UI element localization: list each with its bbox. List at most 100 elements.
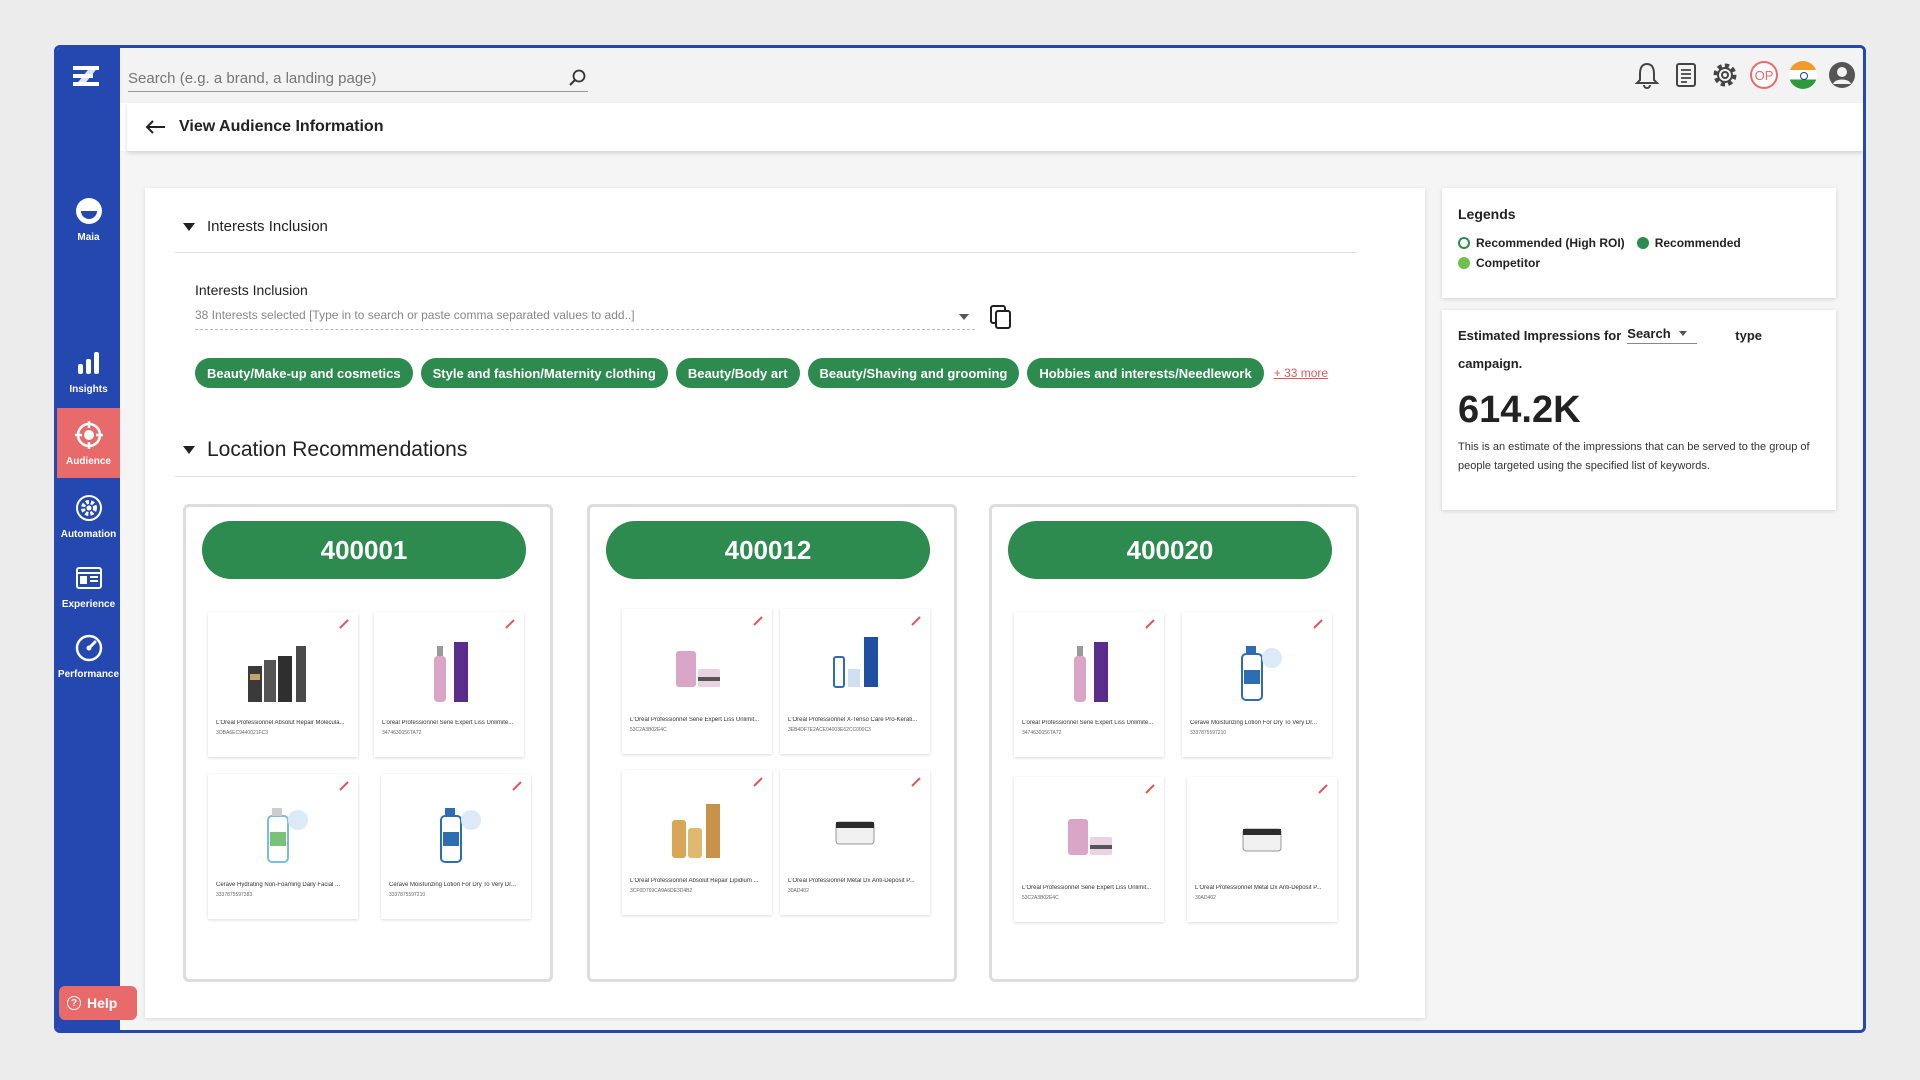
product-tile[interactable]: L'Oreal Professionnel Serie Expert Liss … [1014, 777, 1164, 922]
search-icon[interactable] [568, 68, 588, 88]
more-interests-link[interactable]: + 33 more [1274, 366, 1328, 380]
product-id: 3337875597383 [216, 892, 253, 898]
product-tile[interactable]: Cerave Moisturizing Lotion For Dry To Ve… [381, 774, 531, 919]
interest-chip[interactable]: Beauty/Make-up and cosmetics [195, 358, 413, 388]
product-tile[interactable]: L'oreal Professionnel Serie Expert Liss … [1014, 612, 1164, 757]
interests-input[interactable]: 38 Interests selected [Type in to search… [195, 308, 975, 330]
user-avatar-icon [1829, 62, 1855, 88]
product-tile[interactable]: Cerave Moisturizing Lotion For Dry To Ve… [1182, 612, 1332, 757]
product-name: L'Oreal Professionnel X-Tenso Care Pro-K… [788, 717, 918, 723]
edit-icon[interactable] [1144, 783, 1156, 795]
product-id: 3474630056TA72 [382, 730, 422, 736]
sidebar-item-label: Experience [61, 599, 116, 610]
estimate-line2: campaign. [1458, 356, 1523, 371]
reports-button[interactable] [1671, 60, 1701, 90]
legend-item: Recommended [1636, 236, 1741, 250]
edit-icon[interactable] [1312, 618, 1324, 630]
interests-input-placeholder: 38 Interests selected [Type in to search… [195, 308, 635, 322]
collapse-caret-icon [183, 446, 195, 454]
settings-button[interactable] [1710, 60, 1740, 90]
estimate-description: This is an estimate of the impressions t… [1458, 441, 1810, 472]
product-name: L'Oreal Professionnel Serie Expert Liss … [630, 717, 760, 723]
chevron-down-icon [1678, 331, 1687, 336]
product-image [440, 808, 481, 863]
legend-item: Recommended (High ROI) [1458, 236, 1625, 250]
product-id: 3CF0D769CA9A6DE3D4B2 [630, 888, 693, 894]
edit-icon[interactable] [338, 780, 350, 792]
edit-icon[interactable] [1144, 618, 1156, 630]
edit-icon[interactable] [752, 776, 764, 788]
product-tile[interactable]: L'Oreal Professionnel X-Tenso Care Pro-K… [780, 609, 930, 754]
edit-icon[interactable] [1317, 783, 1329, 795]
profile-button[interactable] [1827, 60, 1857, 90]
product-tile[interactable]: L'Oreal Professionnel Metal Dx Anti-Depo… [1187, 777, 1337, 922]
edit-icon[interactable] [752, 615, 764, 627]
interest-chip[interactable]: Beauty/Shaving and grooming [807, 358, 1020, 388]
collapse-caret-icon [183, 222, 195, 231]
product-name: L'Oreal Professionnel Absolut Repair Mol… [216, 720, 345, 726]
location-section-toggle[interactable]: Location Recommendations [183, 438, 467, 462]
interests-section-toggle[interactable]: Interests Inclusion [183, 218, 328, 235]
region-selector[interactable] [1788, 60, 1818, 90]
section-title: Location Recommendations [207, 438, 468, 461]
app-logo-icon[interactable] [69, 58, 105, 94]
product-tile[interactable]: L'oreal Professionnel Serie Expert Liss … [374, 612, 524, 757]
sidebar-item-label: Performance [57, 669, 120, 680]
product-name: Cerave Moisturizing Lotion For Dry To Ve… [389, 882, 516, 888]
edit-icon[interactable] [504, 618, 516, 630]
product-id: 3OBA6EC9440021FC3 [216, 730, 268, 736]
product-tile[interactable]: Cerave Hydrating Non-Foaming Daily Facia… [208, 774, 358, 919]
bell-icon [1634, 62, 1660, 89]
search-input[interactable] [128, 66, 548, 90]
top-icons: OP [1632, 60, 1857, 90]
bar-chart-icon [77, 352, 99, 374]
sidebar-item-automation[interactable]: Automation [57, 493, 120, 540]
back-arrow-icon[interactable] [145, 119, 167, 135]
sidebar-item-audience[interactable]: Audience [57, 408, 120, 478]
product-id: 53C2A3B02E4C [1022, 895, 1059, 901]
estimate-prefix: Estimated Impressions for [1458, 327, 1622, 343]
interest-chip[interactable]: Hobbies and interests/Needlework [1027, 358, 1264, 388]
sidebar-item-insights[interactable]: Insights [57, 348, 120, 395]
legend-label: Recommended (High ROI) [1476, 236, 1625, 250]
maia-icon [75, 198, 102, 224]
product-image [676, 651, 720, 687]
help-button[interactable]: ? Help [59, 986, 137, 1020]
app-window: Maia Insights Audience Automation Experi… [54, 45, 1866, 1033]
product-tile[interactable]: L'Oreal Professionnel Absolut Repair Mol… [208, 612, 358, 757]
section-title: Interests Inclusion [207, 218, 328, 235]
sidebar-item-experience[interactable]: Experience [57, 563, 120, 610]
product-id: 3337875597210 [1190, 730, 1227, 736]
interest-chip[interactable]: Beauty/Body art [675, 358, 800, 388]
interest-chip[interactable]: Style and fashion/Maternity clothing [420, 358, 668, 388]
estimate-suffix: type [1735, 327, 1763, 343]
sidebar-item-performance[interactable]: Performance [57, 633, 120, 680]
dropdown-caret-icon[interactable] [959, 314, 969, 320]
product-tile[interactable]: L'Oreal Professionnel Absolut Repair Lip… [622, 770, 772, 915]
sidebar-item-maia[interactable]: Maia [57, 196, 120, 243]
product-tile[interactable]: L'Oreal Professionnel Metal Dx Anti-Depo… [780, 770, 930, 915]
campaign-type-select[interactable]: Search [1627, 326, 1698, 344]
product-name: L'Oreal Professionnel Serie Expert Liss … [1022, 885, 1152, 891]
notifications-button[interactable] [1632, 60, 1662, 90]
product-image [835, 821, 875, 845]
edit-icon[interactable] [910, 776, 922, 788]
user-initials-badge: OP [1750, 61, 1778, 89]
sidebar: Maia Insights Audience Automation Experi… [57, 48, 120, 1030]
copy-icon[interactable] [988, 304, 1012, 330]
estimated-impressions-panel: Estimated Impressions for Search type ca… [1442, 310, 1836, 510]
edit-icon[interactable] [910, 615, 922, 627]
edit-icon[interactable] [511, 780, 523, 792]
product-tile[interactable]: L'Oreal Professionnel Serie Expert Liss … [622, 609, 772, 754]
edit-icon[interactable] [338, 618, 350, 630]
audience-main-card: Interests Inclusion Interests Inclusion … [145, 188, 1425, 1018]
pincode-header[interactable]: 400012 [606, 521, 930, 579]
sidebar-item-label: Audience [65, 456, 111, 467]
interests-field-label: Interests Inclusion [195, 282, 308, 298]
user-initials-button[interactable]: OP [1749, 60, 1779, 90]
pincode-header[interactable]: 400020 [1008, 521, 1332, 579]
pincode-header[interactable]: 400001 [202, 521, 526, 579]
campaign-type-value: Search [1627, 326, 1671, 341]
legend-item: Competitor [1458, 256, 1540, 270]
product-image [267, 808, 308, 863]
